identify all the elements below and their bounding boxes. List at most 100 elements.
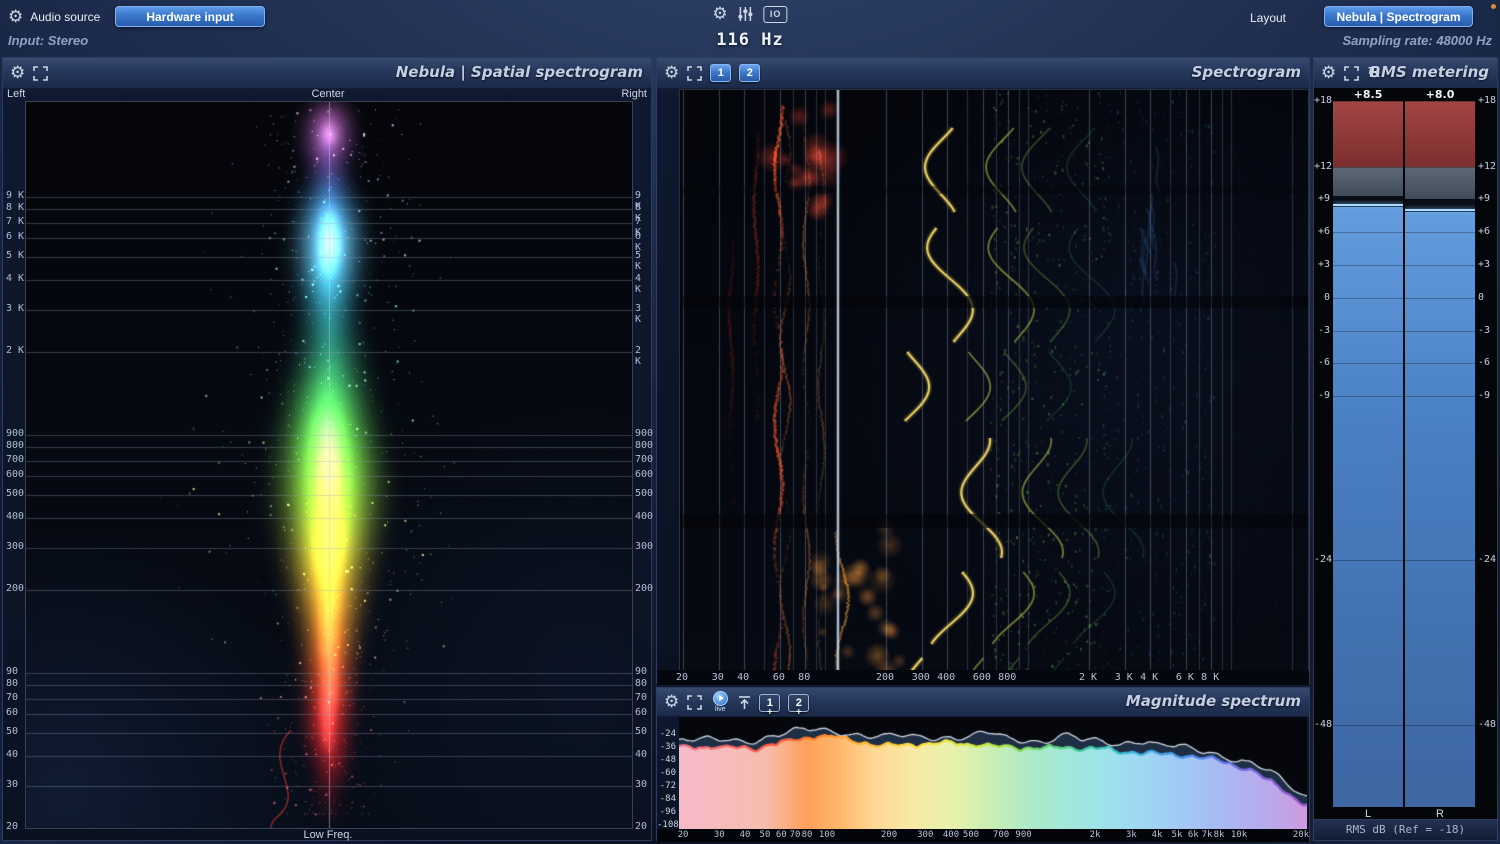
- db-tick-label: -72: [659, 781, 676, 791]
- spectrogram-plot[interactable]: [679, 89, 1309, 671]
- freq-tick-label: 300: [917, 830, 934, 840]
- magnitude-spectrum-plot[interactable]: [679, 717, 1307, 829]
- fullscreen-icon[interactable]: [33, 65, 49, 81]
- settings-gear-icon[interactable]: ⚙: [712, 5, 727, 23]
- freq-tick-label: 30: [635, 779, 648, 791]
- meter-tick-line: [1333, 396, 1403, 398]
- freq-tick-label: 90: [6, 665, 19, 677]
- freq-tick-label: 30: [711, 672, 724, 683]
- freq-tick-label: 200: [875, 672, 895, 683]
- freq-tick-label: 700: [6, 453, 25, 465]
- fullscreen-icon[interactable]: [687, 694, 703, 710]
- spatial-spectrogram-panel: ⚙ Nebula | Spatial spectrogram Left Cent…: [2, 57, 654, 841]
- meter-scale-label: +12: [1314, 160, 1333, 172]
- meter-tick-line: [1405, 560, 1475, 561]
- freq-tick-label: 50: [759, 830, 771, 840]
- meter-tick-line: [1405, 363, 1475, 365]
- meter-scale-label: +3: [1317, 258, 1330, 270]
- freq-tick-label: 20: [677, 830, 689, 840]
- meter-peak-zone: [1405, 166, 1475, 200]
- freq-tick-label: 6k: [1187, 830, 1199, 840]
- spatial-panel-header: ⚙ Nebula | Spatial spectrogram: [3, 58, 651, 89]
- peak-reset-arrow-icon[interactable]: [738, 695, 751, 710]
- spectrogram-layer-2-button[interactable]: 2: [739, 64, 761, 82]
- magnitude-panel-header: ⚙ live 1 + 2 + Magnitude spectrum: [657, 688, 1309, 718]
- rms-value-left: +8.5: [1353, 88, 1383, 101]
- hardware-input-button[interactable]: Hardware input: [115, 6, 265, 27]
- freq-tick-label: 60: [772, 672, 785, 683]
- rms-meter-left[interactable]: [1333, 101, 1403, 807]
- meter-tick-line: [1333, 725, 1403, 726]
- audio-source-label: Audio source: [30, 10, 101, 24]
- rms-footer: RMS dB (Ref = -18): [1314, 819, 1497, 840]
- freq-tick-label: 20k: [1292, 830, 1310, 840]
- layout-button[interactable]: Layout: [1250, 11, 1286, 25]
- meter-peak-zone: [1333, 166, 1403, 197]
- rms-meter-right[interactable]: [1405, 101, 1475, 807]
- spatial-settings-gear-icon[interactable]: ⚙: [10, 64, 25, 82]
- spectrogram-layer-1-button[interactable]: 1: [710, 64, 732, 82]
- freq-tick-label: 40: [737, 672, 750, 683]
- freq-tick-label: 70: [635, 691, 648, 703]
- meter-scale-label: +9: [1317, 193, 1330, 205]
- audio-source-gear-icon[interactable]: ⚙: [8, 8, 23, 26]
- io-icon-label: IO: [769, 9, 782, 19]
- freq-tick-label: 700: [992, 830, 1010, 840]
- magnitude-layer-2-wrap: 2 +: [788, 693, 810, 718]
- rms-value-right: +8.0: [1425, 88, 1455, 101]
- meter-scale-label: -9: [1317, 390, 1330, 402]
- meter-scale-label: +3: [1478, 258, 1491, 270]
- freq-tick-label: 30: [6, 779, 19, 791]
- meter-tick-line: [1405, 101, 1475, 102]
- freq-tick-label: 30: [713, 830, 725, 840]
- audio-source-group: ⚙ Audio source: [8, 8, 100, 26]
- live-label: live: [714, 705, 726, 713]
- meter-tick-line: [1405, 396, 1475, 398]
- spectrogram-canvas[interactable]: [680, 90, 1308, 670]
- freq-tick-label: 50: [635, 726, 648, 738]
- freq-tick-label: 500: [962, 830, 980, 840]
- meter-tick-line: [1405, 264, 1475, 266]
- add-icon[interactable]: +: [767, 707, 773, 718]
- magnitude-settings-gear-icon[interactable]: ⚙: [664, 693, 679, 711]
- freq-tick-label: 9 K: [6, 189, 25, 201]
- freq-tick-label: 400: [942, 830, 960, 840]
- freq-tick-label: 700: [635, 453, 654, 465]
- freq-tick-label: 80: [635, 677, 648, 689]
- add-icon[interactable]: +: [796, 707, 802, 718]
- rms-settings-gear-icon[interactable]: ⚙: [1321, 64, 1336, 82]
- top-bar: ⚙ Audio source Hardware input Input: Ste…: [0, 0, 1500, 55]
- spatial-spectrogram-plot[interactable]: [25, 101, 633, 829]
- meter-over-zone: [1405, 101, 1475, 167]
- freq-tick-label: 7 K: [6, 215, 25, 227]
- reset-meters-icon[interactable]: ↻: [1367, 64, 1380, 82]
- fullscreen-icon[interactable]: [687, 65, 703, 81]
- view-preset-button[interactable]: Nebula | Spectrogram: [1324, 6, 1473, 27]
- freq-tick-label: 8k: [1213, 830, 1225, 840]
- meter-scale-label: +12: [1478, 160, 1497, 172]
- freq-tick-label: 40: [6, 749, 19, 761]
- meter-tick-line: [1333, 297, 1403, 299]
- freq-tick-label: 20: [635, 821, 648, 832]
- audio-analyzer-app: { "colors": { "accent_blue": "#3f7fd2", …: [0, 0, 1500, 844]
- db-tick-label: -108: [657, 820, 679, 830]
- fullscreen-icon[interactable]: [1344, 65, 1360, 81]
- live-play-button[interactable]: live: [710, 690, 730, 713]
- freq-tick-label: 800: [998, 672, 1017, 683]
- io-routing-icon[interactable]: IO: [763, 5, 788, 23]
- spectrogram-panel: ⚙ 1 2 Spectrogram 20 30 40 60 80 200 300 400 600…: [656, 57, 1310, 685]
- freq-tick-label: 200: [880, 830, 898, 840]
- spatial-spectrogram-canvas[interactable]: [26, 102, 632, 828]
- axis-center-label: Center: [311, 88, 345, 100]
- freq-tick-label: 90: [635, 665, 648, 677]
- freq-tick-label: 5k: [1171, 830, 1183, 840]
- freq-tick-label: 600: [635, 469, 654, 481]
- magnitude-spectrum-canvas[interactable]: [679, 717, 1307, 829]
- sliders-icon[interactable]: [738, 6, 754, 22]
- rms-metering-panel: ⚙ ↻ RMS metering +8.5 +8.0 L R +18 +18 +12…: [1313, 57, 1498, 841]
- meter-tick-line: [1405, 232, 1475, 234]
- axis-right-label: Right: [621, 88, 647, 100]
- meter-tick-line: [1333, 166, 1403, 168]
- rms-panel-title: RMS metering: [1369, 63, 1489, 81]
- spectrogram-settings-gear-icon[interactable]: ⚙: [664, 64, 679, 82]
